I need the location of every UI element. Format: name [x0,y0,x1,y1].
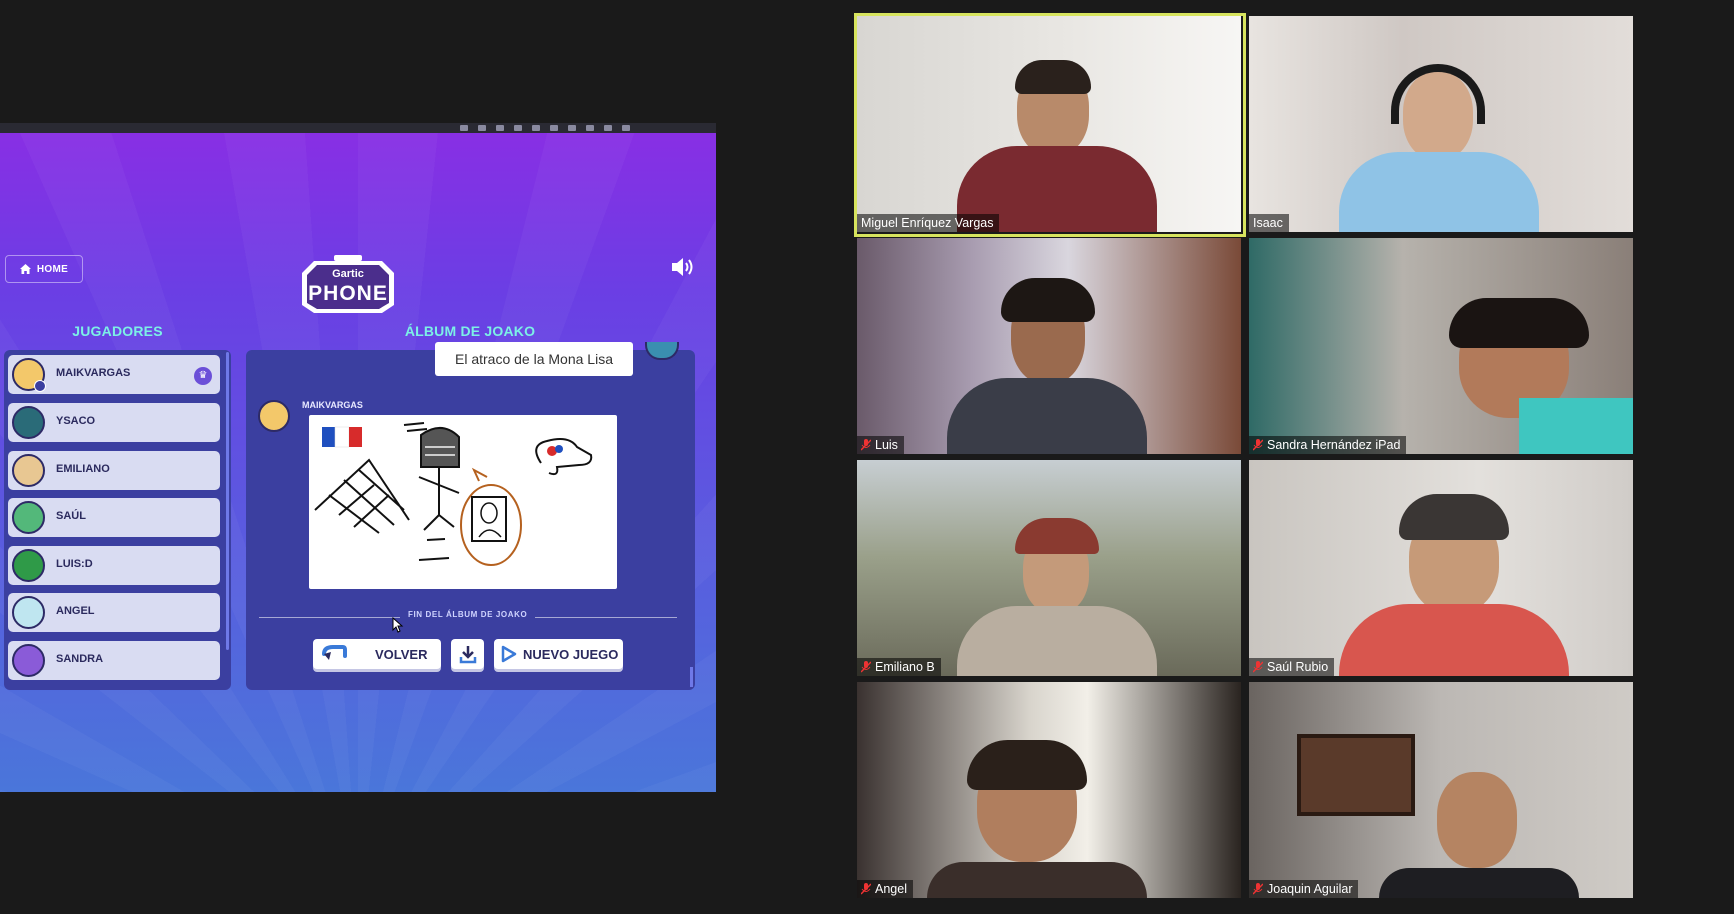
muted-mic-icon [861,661,871,673]
video-tile[interactable]: Emiliano B [857,460,1241,676]
video-tile[interactable]: Saúl Rubio [1249,460,1633,676]
home-button[interactable]: HOME [5,255,83,283]
video-tile[interactable]: Luis [857,238,1241,454]
player-name: MAIKVARGAS [56,367,131,379]
player-card: EMILIANO [8,451,220,490]
album-heading: ÁLBUM DE JOAKO [404,323,536,339]
player-avatar [12,406,45,439]
player-card: YSACO [8,403,220,442]
player-name: EMILIANO [56,463,110,475]
video-tile[interactable]: Sandra Hernández iPad [1249,238,1633,454]
download-icon [459,646,476,664]
host-badge-icon [34,380,46,392]
participant-name: Joaquin Aguilar [1249,880,1359,898]
muted-mic-icon [1253,661,1263,673]
download-button[interactable] [451,639,484,669]
participant-video [1399,298,1633,454]
participant-video [1339,56,1539,232]
new-game-label: NUEVO JUEGO [523,646,619,662]
home-icon [19,264,31,274]
muted-mic-icon [861,439,871,451]
new-game-button[interactable]: NUEVO JUEGO [494,639,623,669]
mouse-cursor-icon [392,617,404,633]
gartic-phone-logo: Gartic PHONE [296,255,400,315]
muted-mic-icon [1253,883,1263,895]
player-card: MAIKVARGAS ♛ [8,355,220,394]
home-label: HOME [36,263,69,275]
drawing-author-avatar [258,400,290,432]
participant-name: Luis [857,436,904,454]
crown-icon: ♛ [194,367,212,385]
participant-name: Angel [857,880,913,898]
video-tile[interactable]: Angel [857,682,1241,898]
participant-video [927,732,1147,898]
participant-name: Sandra Hernández iPad [1249,436,1407,454]
logo-top-text: Gartic [332,268,364,280]
player-name: SANDRA [56,653,104,665]
participant-name: Emiliano B [857,658,941,676]
play-icon [501,645,517,663]
album-drawing [309,415,617,589]
browser-toolbar-strip [0,123,716,133]
video-tile[interactable]: Isaac [1249,16,1633,232]
player-avatar [12,549,45,582]
player-card: SAÚL [8,498,220,537]
album-scrollbar[interactable] [690,667,693,687]
album-end-label: FIN DEL ÁLBUM DE JOAKO [400,610,536,619]
active-speaker-border [854,13,1246,237]
participant-video [1379,762,1579,898]
participant-video [957,510,1157,676]
drawing-author-name: MAIKVARGAS [302,400,363,410]
player-avatar [12,454,45,487]
back-button[interactable]: VOLVER [313,639,441,669]
participant-name: Isaac [1249,214,1289,232]
players-scrollbar[interactable] [226,352,229,650]
muted-mic-icon [1253,439,1263,451]
back-arrow-icon [322,645,347,660]
player-name: LUIS:D [56,558,93,570]
album-caption: El atraco de la Mona Lisa [435,342,633,376]
player-name: ANGEL [56,605,95,617]
participant-video [947,278,1147,454]
shared-screen: HOME Gartic PHONE JUGADORES ÁLBUM DE JOA… [0,123,716,792]
back-label: VOLVER [375,646,428,662]
player-card: ANGEL [8,593,220,632]
participant-video [1329,480,1569,676]
player-avatar [12,501,45,534]
video-tile[interactable]: Joaquin Aguilar [1249,682,1633,898]
participant-name: Saúl Rubio [1249,658,1335,676]
logo-main-text: PHONE [308,282,388,305]
player-name: YSACO [56,415,96,427]
player-name: SAÚL [56,510,86,522]
player-card: SANDRA [8,641,220,680]
player-avatar [12,596,45,629]
muted-mic-icon [861,883,871,895]
volume-icon[interactable] [670,256,696,278]
players-heading: JUGADORES [72,323,163,339]
player-card: LUIS:D [8,546,220,585]
player-avatar [12,644,45,677]
